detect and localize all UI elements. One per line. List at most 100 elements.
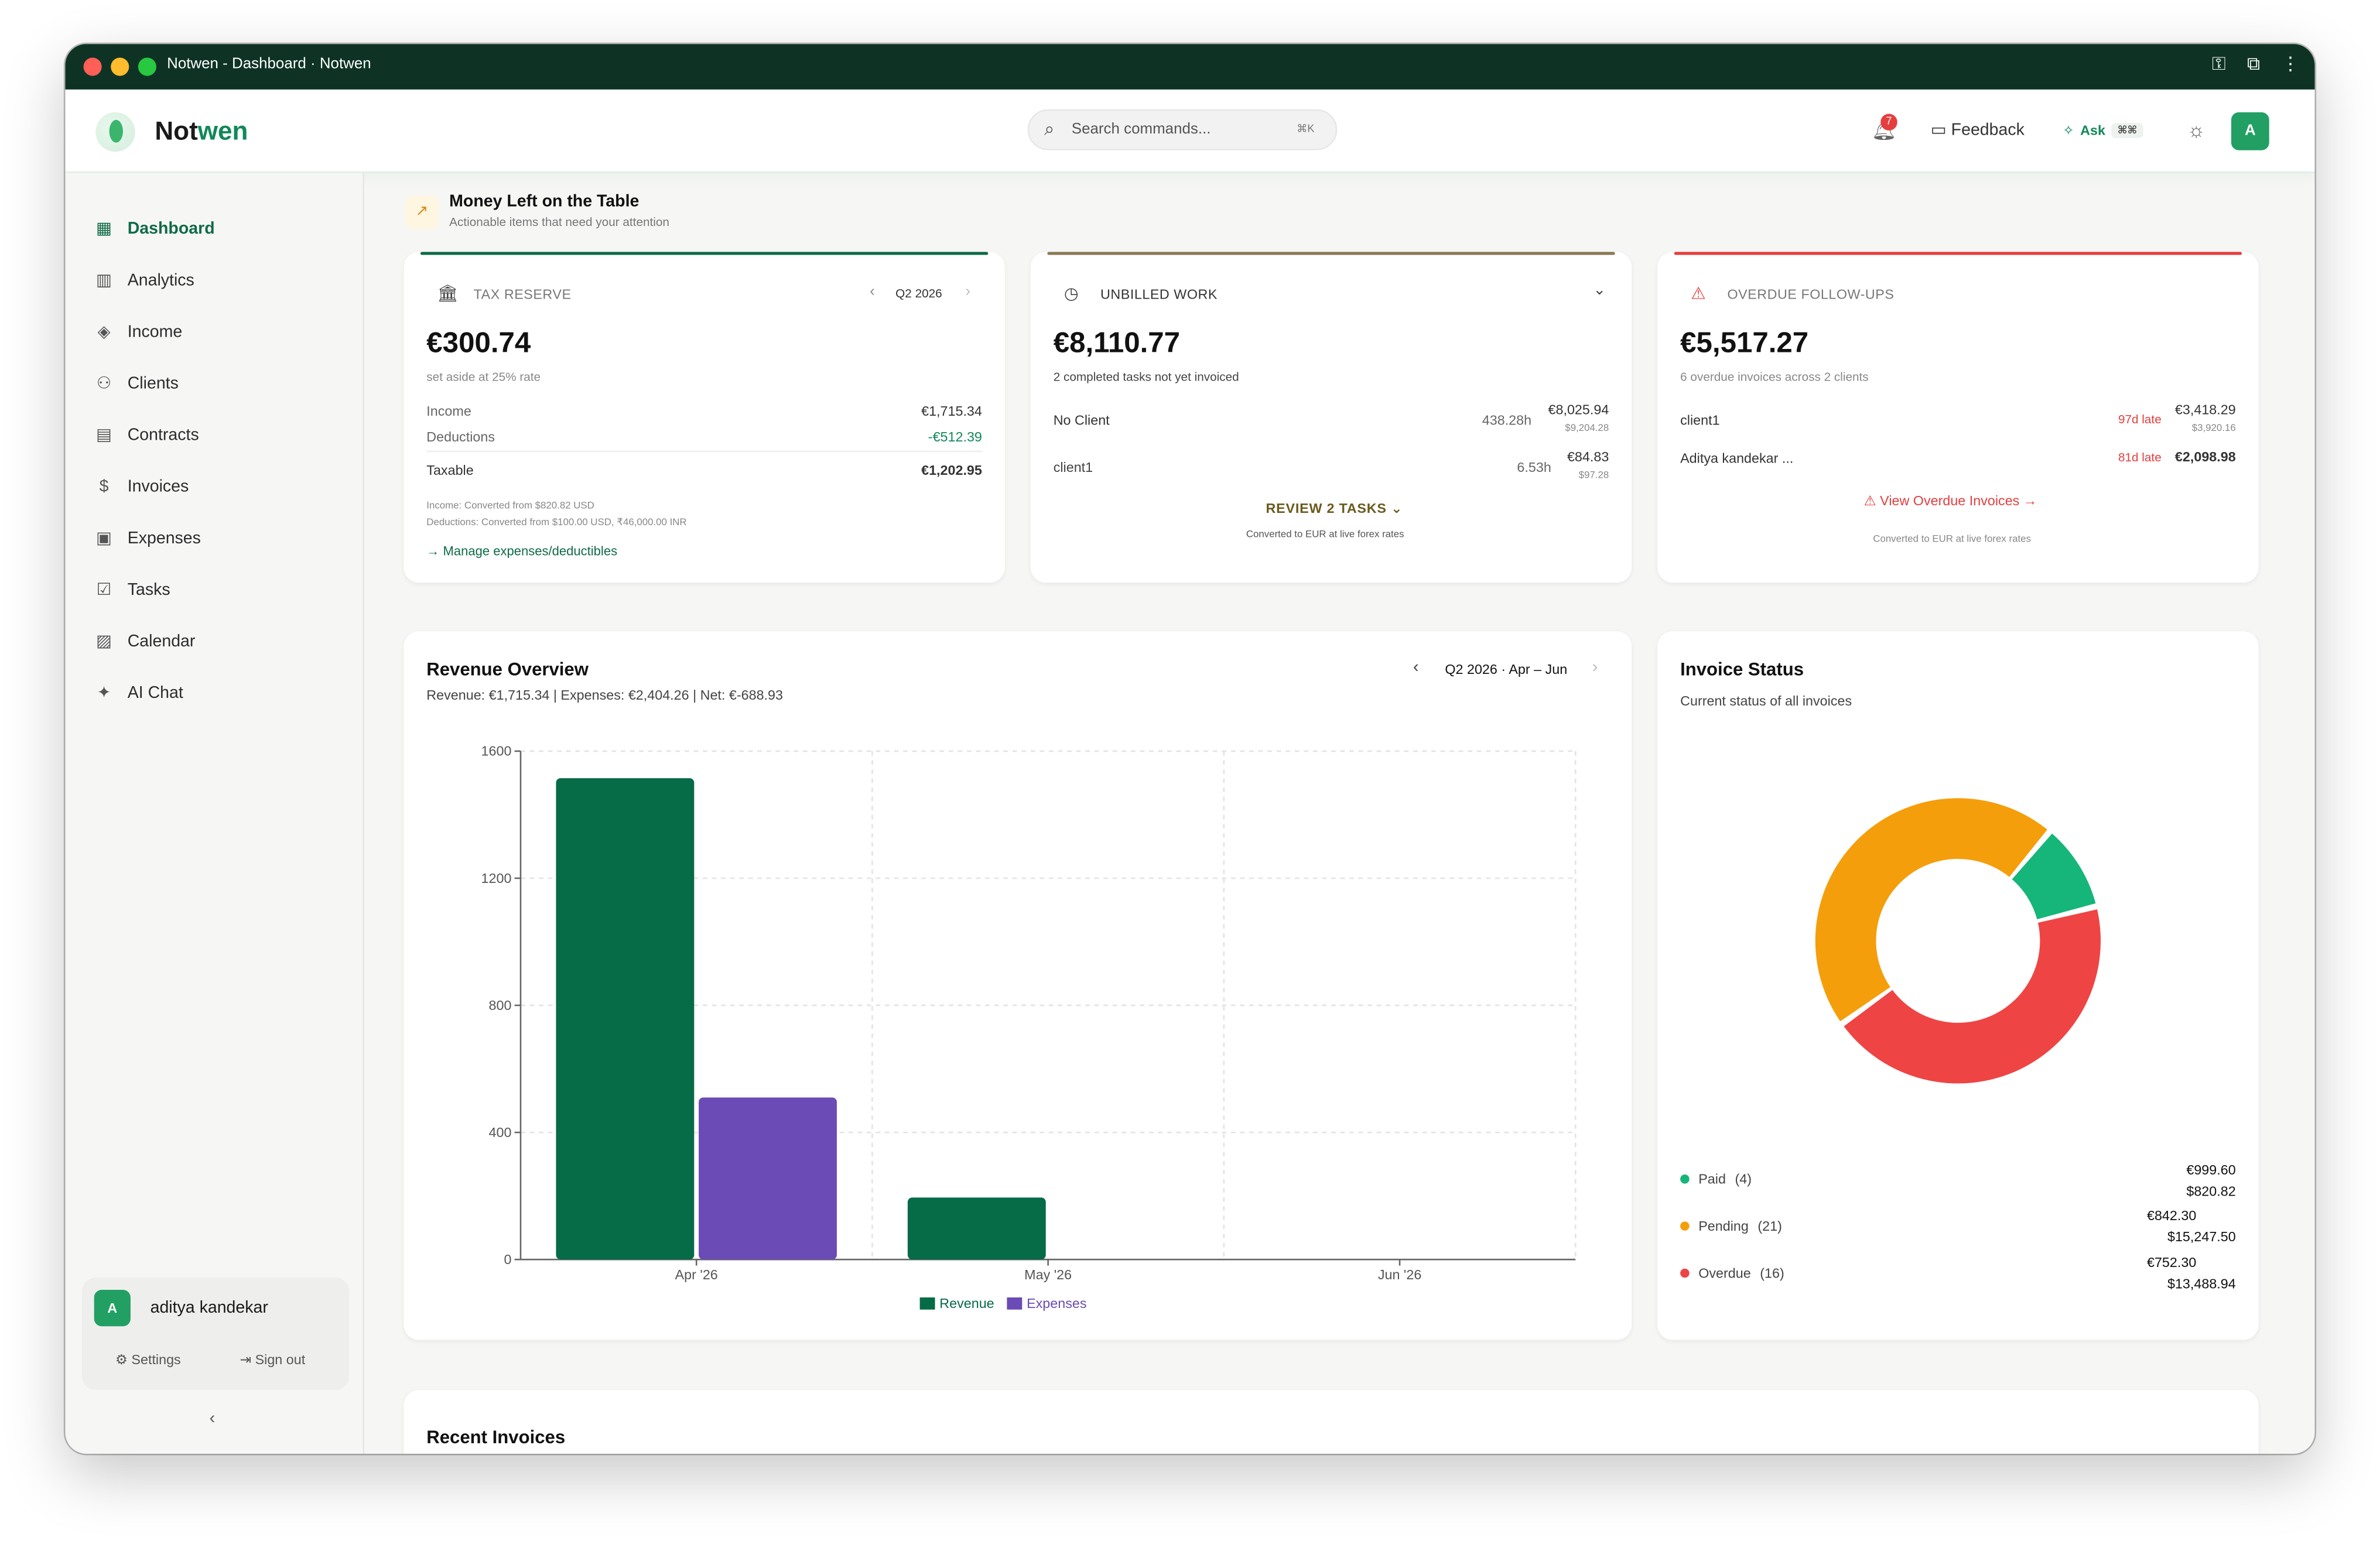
- avatar[interactable]: A: [94, 1290, 131, 1327]
- search-shortcut: ⌘K: [1297, 124, 1315, 135]
- sidebar-item-analytics[interactable]: ▥ Analytics: [65, 255, 364, 306]
- search-placeholder: Search commands...: [1071, 121, 1211, 138]
- overdue-usd: $13,488.94: [2167, 1276, 2236, 1292]
- bar-revenue-0: [556, 778, 695, 1260]
- overdue-eur: €752.30: [2146, 1255, 2197, 1271]
- arrow-right-icon: →: [2023, 493, 2037, 509]
- y-tick-label: 400: [489, 1125, 512, 1140]
- client-alt-value: $9,204.28: [1565, 423, 1609, 434]
- user-name: aditya kandekar: [150, 1299, 268, 1317]
- income-label: Income: [426, 403, 471, 419]
- client-name: client1: [1680, 412, 1720, 428]
- overdue-sub: 6 overdue invoices across 2 clients: [1680, 370, 1869, 384]
- client-name: Aditya kandekar ...: [1680, 450, 1794, 466]
- close-window-button[interactable]: [83, 57, 102, 76]
- legend-swatch: [1007, 1297, 1023, 1310]
- legend-paid: Paid (4): [1680, 1172, 1752, 1187]
- client-name: client1: [1053, 460, 1093, 475]
- card-label: OVERDUE FOLLOW-UPS: [1727, 286, 1895, 302]
- checkbox-icon: ☑: [96, 580, 112, 599]
- message-icon: ▭: [1930, 121, 1947, 140]
- recent-invoices-card: Recent Invoices: [403, 1390, 2259, 1454]
- key-icon[interactable]: ⚿: [2212, 53, 2226, 76]
- brand-name[interactable]: Notwen: [155, 117, 248, 148]
- command-search[interactable]: ⌕ Search commands... ⌘K: [1027, 109, 1338, 150]
- client-alt-value: $97.28: [1578, 470, 1609, 481]
- sign-out-button[interactable]: ⇥ Sign out: [240, 1352, 306, 1369]
- sidebar: ▦ Dashboard ▥ Analytics ◈ Income ⚇ Clients ▤…: [65, 173, 365, 1454]
- view-overdue-link[interactable]: ⚠ View Overdue Invoices →: [1864, 493, 2037, 510]
- tax-reserve-card: 🏛︎ TAX RESERVE ‹ Q2 2026 › €300.74 set a…: [403, 252, 1005, 583]
- sidebar-item-invoices[interactable]: $ Invoices: [65, 461, 364, 513]
- revenue-chart: 0 400 800 1200 1600 Apr '26 May '26 Jun '26 Reve…: [481, 744, 1577, 1311]
- donut-slice-pending[interactable]: [1815, 798, 2047, 1022]
- client-hours: 6.53h: [1517, 460, 1551, 475]
- sidebar-item-expenses[interactable]: ▣ Expenses: [65, 513, 364, 564]
- window-title: Notwen - Dashboard · Notwen: [167, 56, 371, 73]
- sidebar-item-tasks[interactable]: ☑ Tasks: [65, 564, 364, 616]
- calendar-icon: ▨: [96, 632, 112, 650]
- dashboard-icon: ▦: [96, 219, 112, 238]
- notification-badge: 7: [1880, 114, 1897, 131]
- sidebar-item-calendar[interactable]: ▨ Calendar: [65, 616, 364, 667]
- unbilled-work-card: ◷ UNBILLED WORK ⌄ €8,110.77 2 completed …: [1030, 252, 1632, 583]
- bank-icon: 🏛︎: [437, 285, 459, 304]
- revenue-overview-card: Revenue Overview Revenue: €1,715.34 | Ex…: [403, 631, 1632, 1340]
- deductions-label: Deductions: [426, 429, 495, 445]
- pending-eur: €842.30: [2146, 1208, 2197, 1223]
- alert-triangle-icon: ⚠: [1863, 493, 1876, 509]
- sparkles-icon: ✦: [97, 683, 111, 702]
- theme-toggle-icon[interactable]: ☼: [2187, 118, 2205, 141]
- feedback-button[interactable]: ▭ Feedback: [1930, 120, 2025, 140]
- y-tick-label: 0: [504, 1252, 511, 1267]
- extension-icon[interactable]: ⧉: [2247, 53, 2260, 76]
- review-tasks-button[interactable]: REVIEW 2 TASKS ⌄: [1266, 501, 1403, 518]
- layers-icon: ◈: [97, 322, 111, 341]
- panel-title: Invoice Status: [1680, 658, 1804, 680]
- bar-revenue-1: [907, 1197, 1046, 1260]
- taxable-value: €1,202.95: [921, 463, 982, 478]
- gear-icon: ⚙: [115, 1352, 128, 1368]
- search-icon: ⌕: [1044, 118, 1055, 140]
- sidebar-item-ai-chat[interactable]: ✦ AI Chat: [65, 667, 364, 719]
- user-panel: A aditya kandekar ⚙ Settings ⇥ Sign out: [81, 1278, 350, 1391]
- section-subtitle: Actionable items that need your attentio…: [449, 215, 669, 230]
- legend-label: Expenses: [1027, 1296, 1086, 1311]
- bar-chart-icon: ▥: [96, 270, 112, 289]
- chevron-down-icon[interactable]: ⌄: [1593, 282, 1606, 299]
- conversion-note: Deductions: Converted from $100.00 USD, …: [426, 517, 687, 528]
- client-value: €8,025.94: [1548, 402, 1609, 417]
- overdue-amount: €5,517.27: [1680, 327, 1809, 360]
- sidebar-item-clients[interactable]: ⚇ Clients: [65, 358, 364, 410]
- next-period-button[interactable]: ›: [965, 284, 970, 301]
- donut-slice-overdue[interactable]: [1844, 909, 2101, 1084]
- paid-eur: €999.60: [2186, 1162, 2236, 1178]
- maximize-window-button[interactable]: [138, 57, 156, 76]
- manage-expenses-link[interactable]: → Manage expenses/deductibles: [426, 543, 617, 559]
- sidebar-item-contracts[interactable]: ▤ Contracts: [65, 410, 364, 461]
- sidebar-item-dashboard[interactable]: ▦ Dashboard: [65, 203, 364, 255]
- collapse-sidebar-icon[interactable]: ‹: [210, 1410, 216, 1428]
- divider: [426, 450, 982, 453]
- bar-expenses-0: [699, 1097, 837, 1260]
- alert-triangle-icon: ⚠: [1691, 285, 1706, 304]
- invoice-donut-chart: [1815, 798, 2101, 1084]
- income-value: €1,715.34: [921, 403, 982, 419]
- minimize-window-button[interactable]: [111, 57, 129, 76]
- paid-usd: $820.82: [2186, 1183, 2236, 1199]
- user-avatar[interactable]: A: [2231, 112, 2269, 150]
- settings-button[interactable]: ⚙ Settings: [115, 1352, 181, 1369]
- pending-usd: $15,247.50: [2167, 1229, 2236, 1245]
- sparkle-icon: ✧: [2063, 122, 2074, 138]
- sidebar-item-income[interactable]: ◈ Income: [65, 307, 364, 358]
- sidebar-nav: ▦ Dashboard ▥ Analytics ◈ Income ⚇ Clients ▤…: [65, 203, 364, 719]
- ask-button[interactable]: ✧ Ask ⌘⌘: [2063, 117, 2143, 145]
- y-tick-label: 1600: [481, 744, 512, 759]
- client-name: No Client: [1053, 412, 1110, 428]
- panel-subtitle: Current status of all invoices: [1680, 693, 1852, 709]
- prev-period-button[interactable]: ‹: [870, 284, 875, 301]
- more-menu-icon[interactable]: ⋮: [2281, 53, 2299, 76]
- invoice-status-card: Invoice Status Current status of all inv…: [1657, 631, 2259, 1340]
- period-label: Q2 2026: [895, 286, 942, 301]
- chevron-down-icon: ⌄: [1391, 501, 1403, 516]
